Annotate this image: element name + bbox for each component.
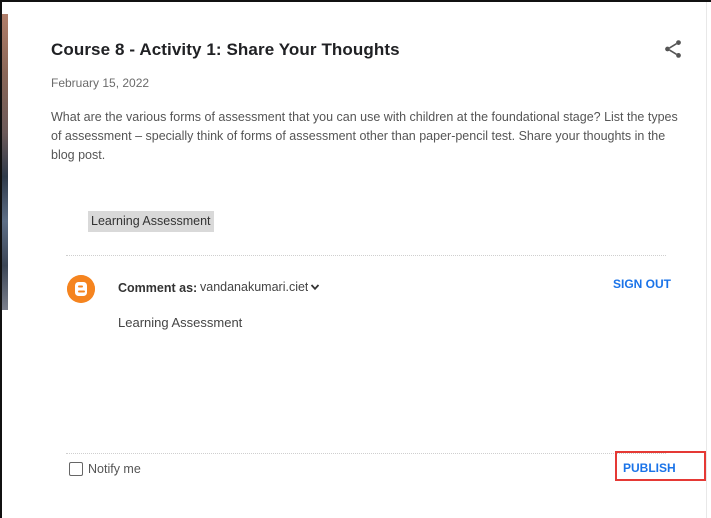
share-icon[interactable] bbox=[662, 38, 684, 60]
comment-divider-bottom bbox=[66, 453, 666, 454]
notify-label: Notify me bbox=[88, 462, 141, 476]
post-date: February 15, 2022 bbox=[51, 76, 150, 90]
background-strip-blank bbox=[2, 310, 8, 518]
comment-as-label: Comment as: bbox=[118, 281, 198, 295]
comment-textarea[interactable]: Learning Assessment bbox=[118, 315, 618, 435]
account-name: vandanakumari.ciet@ bbox=[200, 280, 308, 294]
notify-checkbox[interactable] bbox=[69, 462, 83, 476]
background-image-strip bbox=[2, 14, 8, 310]
comment-divider-top bbox=[66, 255, 666, 256]
post-body: What are the various forms of assessment… bbox=[51, 110, 678, 162]
notify-me-option[interactable]: Notify me bbox=[69, 462, 141, 476]
right-border bbox=[706, 2, 707, 518]
post-label-chip[interactable]: Learning Assessment bbox=[88, 211, 214, 232]
blogger-icon bbox=[67, 275, 95, 303]
publish-button[interactable]: PUBLISH bbox=[623, 461, 676, 475]
chevron-down-icon[interactable] bbox=[310, 282, 320, 292]
sign-out-button[interactable]: SIGN OUT bbox=[613, 277, 671, 291]
post-title: Course 8 - Activity 1: Share Your Though… bbox=[51, 40, 400, 59]
account-select[interactable]: vandanakumari.ciet@ bbox=[200, 280, 320, 294]
